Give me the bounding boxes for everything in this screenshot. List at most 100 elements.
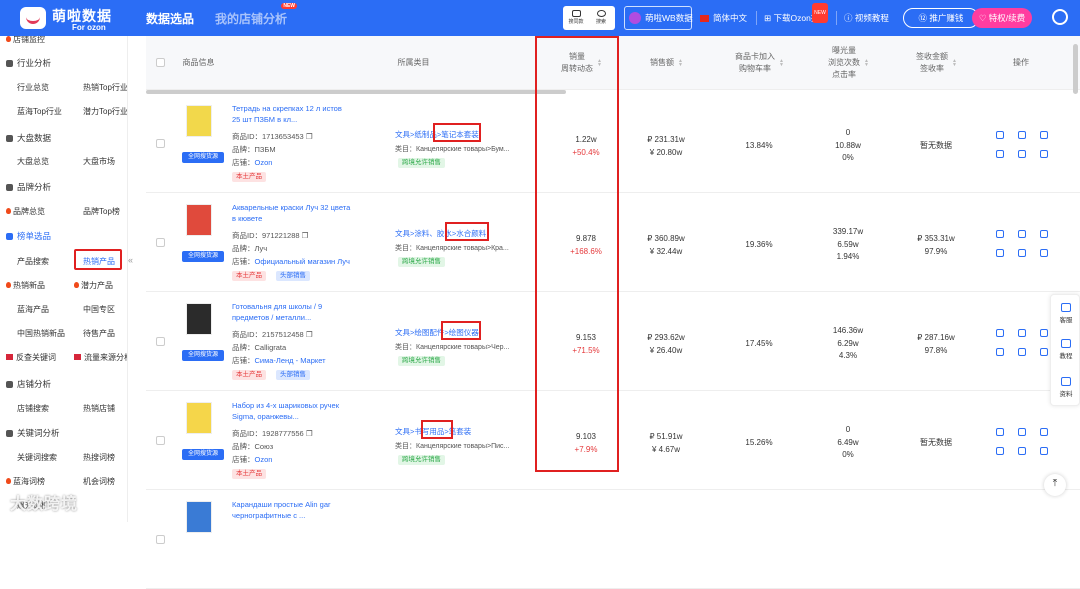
- collect-icon[interactable]: [996, 329, 1004, 337]
- sidebar-item-hot-new[interactable]: 热销新品: [6, 280, 45, 291]
- sidebar-section-industry[interactable]: 行业分析: [6, 57, 51, 69]
- product-name[interactable]: Готовальня для школы / 9 предметов / мет…: [232, 301, 352, 323]
- detail-icon[interactable]: [1040, 428, 1048, 436]
- header-signed[interactable]: 签收金额 签收率 ▲ ▼: [896, 36, 976, 90]
- service-button[interactable]: 客服: [1051, 303, 1080, 324]
- sidebar-section-rank[interactable]: 榜单选品: [6, 230, 51, 242]
- select-all-checkbox[interactable]: [156, 58, 165, 67]
- list-icon[interactable]: [1040, 447, 1048, 455]
- product-name[interactable]: Карандаши простые Alin gar чернографитны…: [232, 499, 352, 521]
- chart-icon[interactable]: [996, 447, 1004, 455]
- list-icon[interactable]: [1040, 249, 1048, 257]
- header-amount[interactable]: 销售额 ▲ ▼: [626, 36, 706, 90]
- sidebar-item-blue-product[interactable]: 蓝海产品: [17, 304, 49, 315]
- image-search-button[interactable]: 搜同款: [565, 9, 587, 27]
- list-icon[interactable]: [1040, 150, 1048, 158]
- logo[interactable]: 萌啦数据 For ozon: [20, 4, 115, 32]
- export-icon[interactable]: [1018, 447, 1026, 455]
- sort-icon[interactable]: ▲ ▼: [779, 59, 784, 68]
- sidebar-item-hot-top[interactable]: 热销Top行业: [83, 82, 127, 93]
- product-name[interactable]: Акварельные краски Луч 32 цвета в кювете: [232, 202, 352, 224]
- store-link[interactable]: Ozon: [255, 158, 273, 167]
- copy-icon[interactable]: ❐: [306, 132, 313, 141]
- sort-icon[interactable]: ▲ ▼: [678, 59, 683, 68]
- sidebar-item-market-board[interactable]: 大盘市场: [83, 156, 115, 167]
- vip-button[interactable]: ♡ 特权/续费: [972, 8, 1032, 28]
- sort-icon[interactable]: ▲ ▼: [864, 59, 869, 68]
- source-search-button[interactable]: 全网搜货源: [182, 152, 224, 163]
- promo-button[interactable]: ⑫ 推广赚钱: [903, 8, 979, 28]
- sidebar-section-store[interactable]: 店铺分析: [6, 378, 51, 390]
- collect-icon[interactable]: [996, 230, 1004, 238]
- video-tutorial-button[interactable]: ⓘ 视频教程: [844, 8, 889, 28]
- export-icon[interactable]: [1018, 150, 1026, 158]
- row-checkbox[interactable]: [156, 238, 165, 247]
- vertical-scrollbar[interactable]: [1073, 44, 1078, 94]
- avatar[interactable]: [1052, 9, 1068, 25]
- product-image[interactable]: [186, 402, 212, 434]
- category-level-1[interactable]: 文具>: [395, 427, 414, 436]
- list-icon[interactable]: [1040, 348, 1048, 356]
- row-checkbox[interactable]: [156, 139, 165, 148]
- category-level-1[interactable]: 文具>: [395, 328, 414, 337]
- wb-data-button[interactable]: 萌啦WB数据: [624, 6, 693, 30]
- language-selector[interactable]: 简体中文: [700, 8, 747, 28]
- view-icon[interactable]: [1018, 131, 1026, 139]
- sidebar-item-blue-kw[interactable]: 蓝海词榜: [6, 476, 45, 487]
- product-image[interactable]: [186, 303, 212, 335]
- tab-my-store[interactable]: 我的店铺分析 NEW: [215, 3, 298, 27]
- download-plugin-button[interactable]: ⊞ 下载Ozon插件 NEW: [764, 3, 828, 28]
- view-icon[interactable]: [1018, 329, 1026, 337]
- category-level-1[interactable]: 文具>: [395, 229, 414, 238]
- store-link[interactable]: Официальный магазин Луч: [255, 257, 350, 266]
- sidebar-section-keyword[interactable]: 关键词分析: [6, 427, 60, 439]
- collect-icon[interactable]: [996, 131, 1004, 139]
- chart-icon[interactable]: [996, 348, 1004, 356]
- export-icon[interactable]: [1018, 249, 1026, 257]
- store-link[interactable]: Сима-Ленд - Маркет: [255, 356, 326, 365]
- source-search-button[interactable]: 全网搜货源: [182, 449, 224, 460]
- store-link[interactable]: Ozon: [255, 455, 273, 464]
- sidebar-item-product-search[interactable]: 产品搜索: [17, 256, 49, 267]
- view-icon[interactable]: [1018, 428, 1026, 436]
- sidebar-item-blue-top[interactable]: 蓝海Top行业: [17, 106, 62, 117]
- row-checkbox[interactable]: [156, 436, 165, 445]
- detail-icon[interactable]: [1040, 230, 1048, 238]
- sidebar-item-brand-top[interactable]: 品牌Top榜: [83, 206, 120, 217]
- sidebar-item-hot-kw[interactable]: 热搜词榜: [83, 452, 115, 463]
- sidebar-item-potential-product[interactable]: 潜力产品: [74, 280, 113, 291]
- header-cart[interactable]: 商品卡加入 购物车率 ▲ ▼: [714, 36, 804, 90]
- chart-icon[interactable]: [996, 249, 1004, 257]
- back-to-top-button[interactable]: ⤒: [1044, 474, 1066, 496]
- sidebar-section-market[interactable]: 大盘数据: [6, 132, 51, 144]
- chart-icon[interactable]: [996, 150, 1004, 158]
- sidebar-item-store-monitor[interactable]: 店铺监控: [6, 36, 45, 45]
- sidebar-section-brand[interactable]: 品牌分析: [6, 181, 51, 193]
- sidebar-item-reverse-kw[interactable]: 反查关键词: [6, 352, 56, 363]
- sidebar-item-potential-top[interactable]: 潜力Top行业: [83, 106, 127, 117]
- detail-icon[interactable]: [1040, 329, 1048, 337]
- category-level-1[interactable]: 文具>: [395, 130, 414, 139]
- product-name[interactable]: Тетрадь на скрепках 12 л истов 25 шт ПЗБ…: [232, 103, 352, 125]
- search-button[interactable]: 搜索: [590, 9, 612, 27]
- copy-icon[interactable]: ❐: [306, 330, 313, 339]
- detail-icon[interactable]: [1040, 131, 1048, 139]
- sidebar-item-china-hot-new[interactable]: 中国热销新品: [17, 328, 65, 339]
- collect-icon[interactable]: [996, 428, 1004, 436]
- sidebar-item-opp-kw[interactable]: 机会词榜: [83, 476, 115, 487]
- sidebar-item-traffic-source[interactable]: 流量来源分析: [74, 352, 127, 363]
- sidebar-item-brand-overview[interactable]: 品牌总览: [6, 206, 45, 217]
- row-checkbox[interactable]: [156, 535, 165, 544]
- product-image[interactable]: [186, 204, 212, 236]
- sidebar-item-china-zone[interactable]: 中国专区: [83, 304, 115, 315]
- sort-icon[interactable]: ▲ ▼: [952, 59, 957, 68]
- source-search-button[interactable]: 全网搜货源: [182, 350, 224, 361]
- source-search-button[interactable]: 全网搜货源: [182, 251, 224, 262]
- tutorial-button[interactable]: 教程: [1051, 339, 1080, 360]
- sidebar-item-industry-overview[interactable]: 行业总览: [17, 82, 49, 93]
- material-button[interactable]: 资料: [1051, 377, 1080, 398]
- copy-icon[interactable]: ❐: [302, 231, 309, 240]
- sidebar-item-kw-search[interactable]: 关键词搜索: [17, 452, 57, 463]
- view-icon[interactable]: [1018, 230, 1026, 238]
- sidebar-item-market-overview[interactable]: 大盘总览: [17, 156, 49, 167]
